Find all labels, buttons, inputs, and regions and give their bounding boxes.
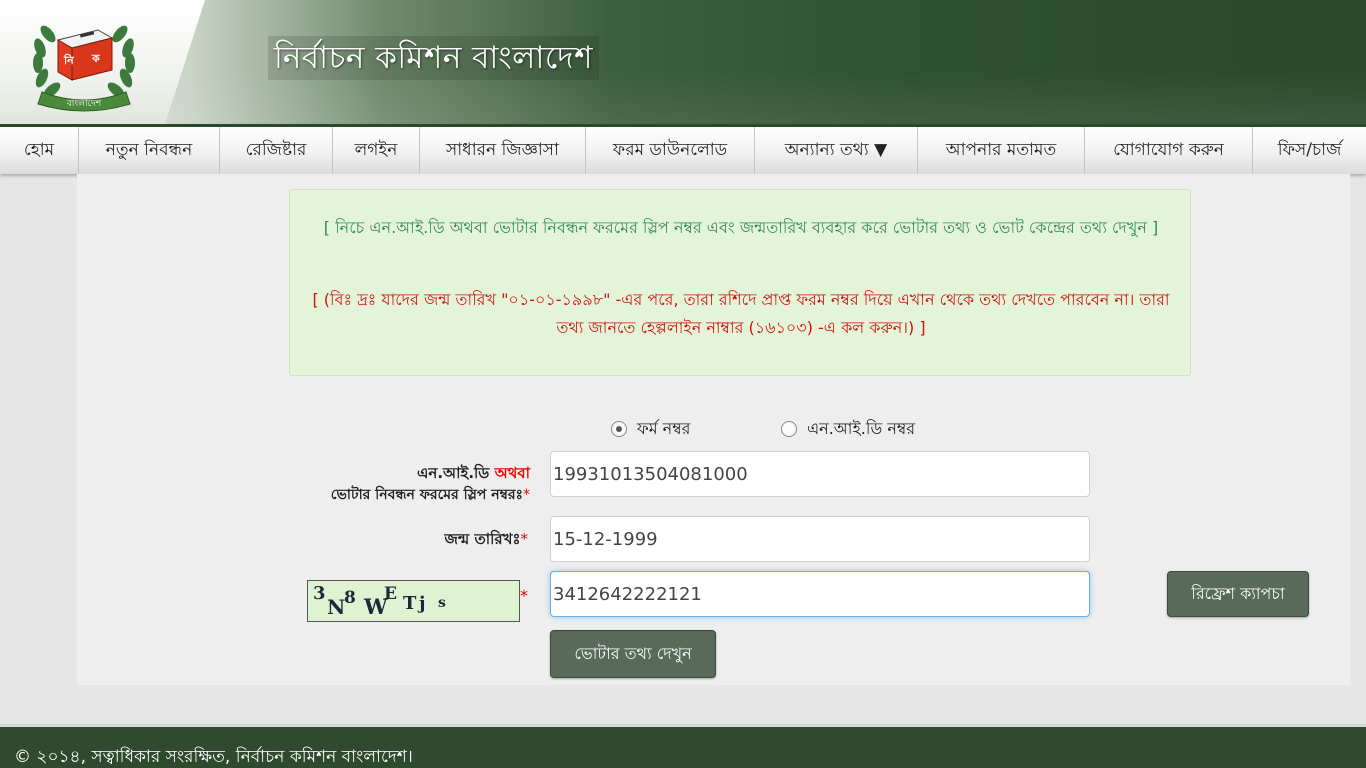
refresh-captcha-button[interactable]: রিফ্রেশ ক্যাপচা [1167, 571, 1309, 617]
captcha-char: 8 [344, 588, 356, 608]
nav-item-feedback[interactable]: আপনার মতামত [918, 127, 1085, 174]
radio-nid-number-option[interactable]: এন.আই.ডি নম্বর [781, 416, 915, 442]
nav-item-new-registration[interactable]: নতুন নিবন্ধন [79, 127, 220, 174]
captcha-char: 3 [313, 583, 326, 604]
captcha-char: j [419, 593, 426, 614]
nav-item-form-download[interactable]: ফরম ডাউনলোড [586, 127, 755, 174]
nav-item-home[interactable]: হোম [0, 127, 79, 174]
id-label-or: অথবা [494, 464, 530, 482]
notice-warning-text: [ (বিঃ দ্রঃ যাদের জন্ম তারিখ "০১-০১-১৯৯৮… [312, 290, 1170, 337]
radio-nid-number-label: এন.আই.ডি নম্বর [807, 418, 916, 438]
nav-item-register[interactable]: রেজিষ্টার [220, 127, 333, 174]
captcha-required-mark: * [520, 586, 528, 605]
required-mark: * [523, 487, 530, 503]
view-voter-info-button[interactable]: ভোটার তথ্য দেখুন [550, 630, 716, 678]
captcha-image: 3 N 8 W E T j s [307, 580, 520, 622]
dob-input[interactable] [550, 516, 1090, 562]
notice-info-text: [ নিচে এন.আই.ডি অথবা ভোটার নিবন্ধন ফরমের… [323, 218, 1159, 237]
id-field-label: এন.আই.ডি অথবা ভোটার নিবন্ধন ফরমের স্লিপ … [250, 462, 530, 506]
required-mark: * [520, 530, 529, 548]
site-header: নি ক বাংলাদেশ নির্বাচন কমিশন বাংলাদেশ [0, 0, 1366, 124]
dob-field-label: জন্ম তারিখঃ* [250, 528, 529, 550]
id-label-nid: এন.আই.ডি [416, 464, 490, 482]
radio-form-number-option[interactable]: ফর্ম নম্বর [611, 416, 690, 442]
election-commission-logo[interactable]: নি ক বাংলাদেশ [28, 6, 140, 112]
radio-form-number-label: ফর্ম নম্বর [637, 418, 691, 438]
captcha-char: T [403, 593, 417, 614]
notice-box: [ নিচে এন.আই.ডি অথবা ভোটার নিবন্ধন ফরমের… [289, 189, 1191, 376]
dob-label-text: জন্ম তারিখঃ [444, 530, 521, 548]
captcha-char: s [438, 595, 446, 611]
footer-copyright: © ২০১৪, সত্বাধিকার সংরক্ষিত, নির্বাচন কম… [14, 747, 413, 767]
nav-item-contact[interactable]: যোগাযোগ করুন [1085, 127, 1253, 174]
radio-form-number[interactable] [611, 421, 627, 437]
nav-item-fees[interactable]: ফিস/চার্জ [1253, 127, 1366, 174]
logo-letters: নি [63, 53, 74, 67]
header-shine [0, 70, 1366, 124]
logo-ribbon-text: বাংলাদেশ [66, 99, 102, 109]
nav-item-other-info[interactable]: অন্যান্য তথ্য ▼ [755, 127, 918, 174]
radio-nid-number[interactable] [781, 421, 797, 437]
captcha-char: N [327, 595, 346, 619]
id-label-slip: ভোটার নিবন্ধন ফরমের স্লিপ নম্বরঃ [330, 487, 523, 503]
nav-item-login[interactable]: লগইন [333, 127, 420, 174]
site-footer: © ২০১৪, সত্বাধিকার সংরক্ষিত, নির্বাচন কম… [0, 724, 1366, 768]
captcha-char: E [384, 584, 397, 604]
site-title: নির্বাচন কমিশন বাংলাদেশ [268, 36, 599, 80]
main-nav: হোম নতুন নিবন্ধন রেজিষ্টার লগইন সাধারন জ… [0, 124, 1366, 174]
nid-or-slip-input[interactable] [550, 451, 1090, 497]
logo-letters-right: ক [91, 52, 101, 65]
captcha-input[interactable] [550, 571, 1090, 617]
nav-item-faq[interactable]: সাধারন জিজ্ঞাসা [420, 127, 586, 174]
